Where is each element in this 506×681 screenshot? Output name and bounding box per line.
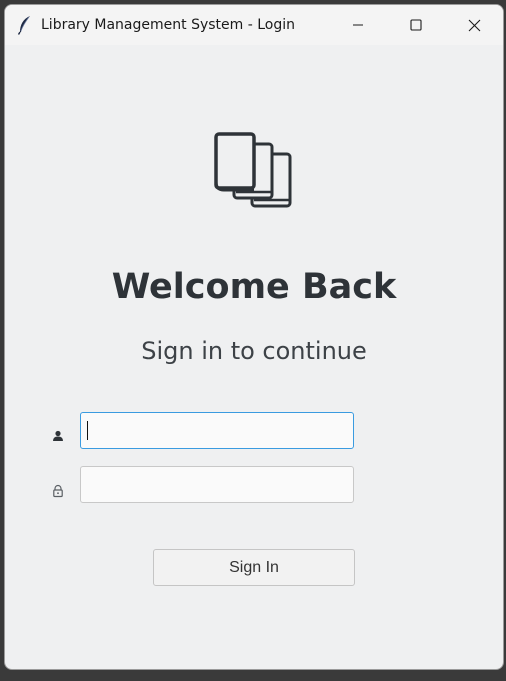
text-cursor	[87, 421, 88, 440]
minimize-icon	[353, 24, 363, 26]
login-window: Library Management System - Login Welcom…	[4, 4, 504, 670]
feather-icon	[17, 16, 30, 35]
sign-in-button[interactable]: Sign In	[153, 549, 355, 586]
password-field[interactable]	[80, 466, 354, 503]
title-bar[interactable]: Library Management System - Login	[5, 5, 503, 45]
close-button[interactable]	[445, 5, 503, 45]
maximize-button[interactable]	[387, 5, 445, 45]
welcome-heading: Welcome Back	[111, 267, 397, 307]
user-icon	[53, 430, 63, 441]
books-icon	[214, 132, 292, 208]
lock-icon	[53, 484, 63, 498]
username-field[interactable]	[80, 412, 354, 449]
minimize-button[interactable]	[329, 5, 387, 45]
window-title: Library Management System - Login	[41, 17, 296, 33]
maximize-icon	[410, 19, 422, 31]
subtitle: Sign in to continue	[141, 337, 367, 365]
close-icon	[468, 19, 480, 31]
